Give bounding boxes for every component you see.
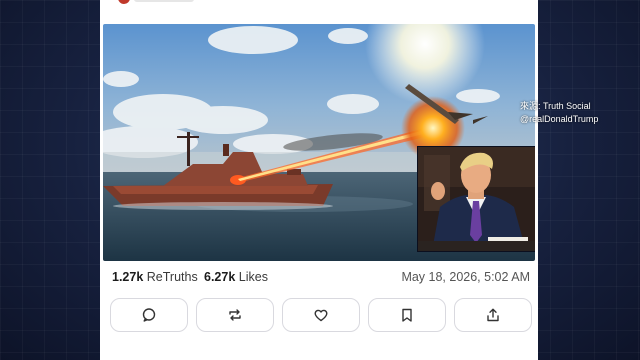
likes-count: 6.27k (204, 270, 236, 284)
post-image[interactable] (103, 24, 535, 261)
share-icon (487, 308, 499, 322)
post-card: 1.27k ReTruths 6.27k Likes May 18, 2026,… (100, 0, 538, 360)
reply-button[interactable] (110, 298, 188, 332)
retruths-stat[interactable]: 1.27k ReTruths (112, 270, 198, 284)
post-stats: 1.27k ReTruths 6.27k Likes May 18, 2026,… (112, 270, 530, 288)
retruth-icon (229, 309, 241, 321)
likes-stat[interactable]: 6.27k Likes (204, 270, 268, 284)
retruths-count: 1.27k (112, 270, 144, 284)
speaker-figure (418, 147, 535, 251)
avatar[interactable] (118, 0, 130, 4)
post-timestamp[interactable]: May 18, 2026, 5:02 AM (401, 270, 530, 284)
likes-label: Likes (238, 270, 268, 284)
retruth-button[interactable] (196, 298, 274, 332)
reply-icon (142, 308, 156, 322)
speaker-video-inset (417, 146, 535, 252)
share-button[interactable] (454, 298, 532, 332)
retruths-label: ReTruths (146, 270, 198, 284)
bookmark-button[interactable] (368, 298, 446, 332)
watermark-source: 來源: Truth Social (520, 101, 591, 111)
heart-icon (314, 309, 328, 322)
like-button[interactable] (282, 298, 360, 332)
watermark-handle: @realDonaldTrump (520, 114, 599, 124)
source-watermark: 來源: Truth Social @realDonaldTrump (520, 100, 632, 126)
bookmark-icon (402, 308, 412, 322)
post-actions (110, 298, 532, 332)
author-name-cropped (134, 0, 194, 2)
